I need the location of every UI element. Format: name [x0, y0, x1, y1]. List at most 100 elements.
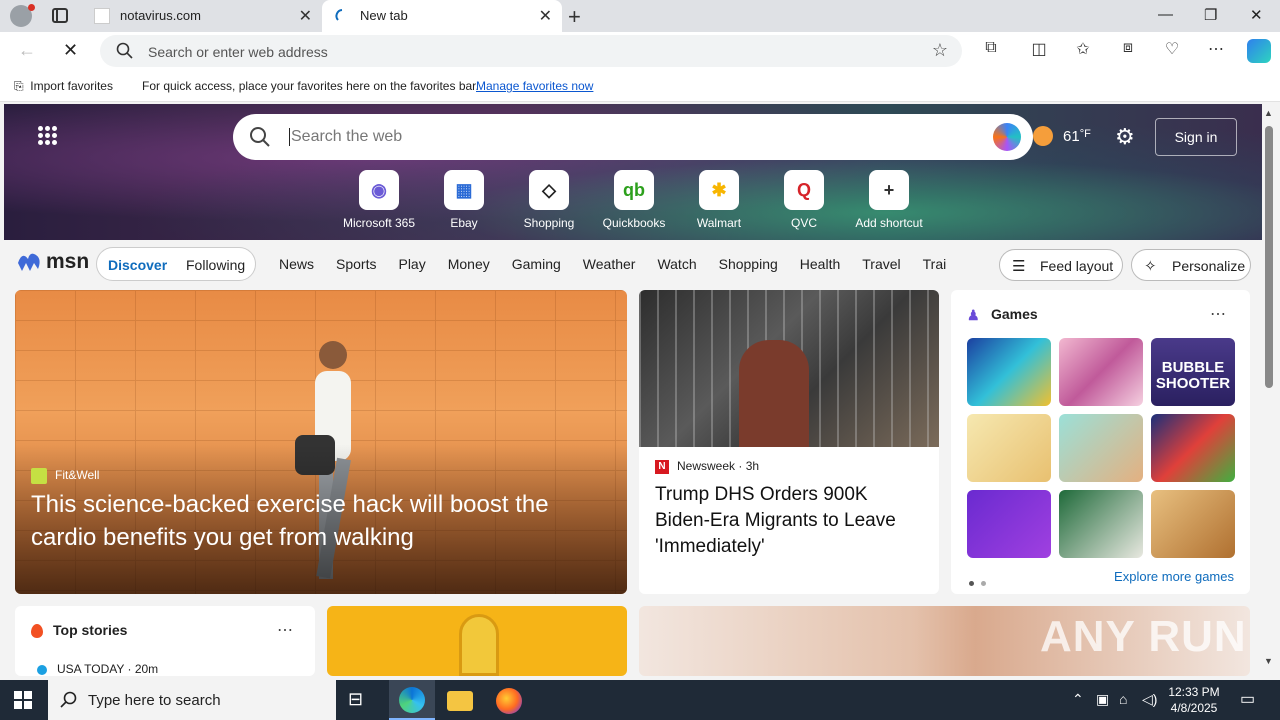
more-options-icon[interactable]: ⋯	[277, 620, 293, 640]
show-hidden-icons-icon[interactable]: ⌃	[1072, 691, 1084, 708]
import-favorites-button[interactable]: ⎘ Import favorites	[14, 79, 113, 94]
minimize-icon[interactable]: —	[1158, 6, 1173, 23]
game-tile-jewels[interactable]	[967, 338, 1051, 406]
clock-time: 12:33 PM	[1168, 685, 1220, 699]
new-tab-plus-icon[interactable]: +	[568, 4, 581, 30]
browser-essentials-icon[interactable]: ♡	[1161, 39, 1183, 61]
copilot-icon[interactable]	[1247, 39, 1271, 63]
sign-in-button[interactable]: Sign in	[1155, 118, 1237, 156]
category-trai[interactable]: Trai	[923, 256, 947, 272]
news-article-card[interactable]: N Newsweek · 3h Trump DHS Orders 900K Bid…	[639, 290, 939, 594]
category-travel[interactable]: Travel	[862, 256, 900, 272]
category-weather[interactable]: Weather	[583, 256, 636, 272]
game-tile-rocket[interactable]	[967, 490, 1051, 558]
category-money[interactable]: Money	[448, 256, 490, 272]
feed-layout-label: Feed layout	[1040, 258, 1114, 274]
close-window-icon[interactable]: ✕	[1250, 6, 1263, 24]
notifications-icon[interactable]: ▭	[1240, 689, 1255, 709]
yellow-article-card[interactable]	[327, 606, 627, 676]
category-shopping[interactable]: Shopping	[719, 256, 778, 272]
shortcut-quickbooks[interactable]: qb Quickbooks	[589, 170, 679, 230]
game-tile-cat[interactable]	[967, 414, 1051, 482]
personalize-button[interactable]: ✧ Personalize	[1131, 249, 1251, 281]
shortcut-label: Microsoft 365	[342, 216, 416, 230]
stop-loading-icon[interactable]: ✕	[63, 40, 78, 61]
address-bar[interactable]: Search or enter web address ☆	[100, 35, 962, 67]
game-tile-makeup[interactable]	[1059, 338, 1143, 406]
import-icon: ⎘	[14, 79, 31, 93]
quickbooks-icon: qb	[614, 170, 654, 210]
search-icon	[250, 127, 270, 147]
article-headline[interactable]: This science-backed exercise hack will b…	[31, 488, 591, 554]
qvc-icon: Q	[784, 170, 824, 210]
msn-logo[interactable]: msn	[16, 249, 89, 280]
game-tile-blocks[interactable]	[1151, 414, 1235, 482]
manage-favorites-link[interactable]: Manage favorites now	[476, 79, 593, 93]
shortcut-qvc[interactable]: Q QVC	[759, 170, 849, 230]
system-clock[interactable]: 12:33 PM 4/8/2025	[1166, 684, 1222, 716]
shortcut-plus[interactable]: + Add shortcut	[844, 170, 934, 230]
back-arrow-icon[interactable]: ←	[18, 40, 36, 61]
network-icon[interactable]: ⌂	[1119, 691, 1127, 707]
web-search-box[interactable]: Search the web	[233, 114, 1033, 160]
category-list: News Sports Play Money Gaming Weather Watch Sho…	[279, 256, 951, 272]
more-options-icon[interactable]: ⋯	[1210, 304, 1226, 324]
game-tile-mahjong[interactable]	[1059, 490, 1143, 558]
task-view-icon[interactable]: ⊟	[348, 689, 374, 715]
article-source: N Newsweek · 3h	[655, 459, 759, 474]
tab-new-tab[interactable]: New tab ✕	[322, 0, 562, 32]
game-tile-bubble-shooter[interactable]: BUBBLE SHOOTER	[1151, 338, 1235, 406]
settings-gear-icon[interactable]: ⚙	[1115, 124, 1135, 150]
copilot-search-icon[interactable]	[993, 123, 1021, 151]
category-health[interactable]: Health	[800, 256, 840, 272]
firefox-icon[interactable]	[496, 688, 522, 714]
favorites-icon[interactable]: ✩	[1072, 39, 1094, 61]
explore-more-games-link[interactable]: Explore more games	[1114, 569, 1234, 584]
story-source[interactable]: USA TODAY · 20m	[37, 662, 158, 676]
split-screen-icon[interactable]: ◫	[1028, 39, 1050, 61]
tab-actions-icon[interactable]	[52, 8, 68, 23]
msn-wordmark: msn	[46, 250, 90, 273]
notification-dot	[28, 4, 35, 11]
shortcut-microsoft-365[interactable]: ◉ Microsoft 365	[334, 170, 424, 230]
category-sports[interactable]: Sports	[336, 256, 376, 272]
game-tile-hospital[interactable]	[1059, 414, 1143, 482]
page-scrollbar[interactable]: ▲ ▼	[1262, 104, 1276, 676]
category-news[interactable]: News	[279, 256, 314, 272]
scroll-thumb[interactable]	[1265, 126, 1273, 388]
more-options-icon[interactable]: ⋯	[1205, 39, 1227, 61]
tab-discover[interactable]: Discover	[108, 257, 167, 273]
shortcut-label: Walmart	[696, 216, 742, 230]
tab-notavirus[interactable]: notavirus.com ✕	[82, 0, 322, 32]
shortcut-ebay[interactable]: ▦ Ebay	[419, 170, 509, 230]
extensions-icon[interactable]: ⧉	[980, 39, 1002, 61]
volume-icon[interactable]: ◁)	[1142, 691, 1157, 708]
personalize-star-icon: ✧	[1144, 258, 1157, 275]
taskbar-search-box[interactable]: Type here to search	[48, 680, 336, 720]
feed-layout-button[interactable]: ☰ Feed layout	[999, 249, 1123, 281]
hero-article-card[interactable]: Fit&Well This science-backed exercise ha…	[15, 290, 627, 594]
shortcut-shopping-tag[interactable]: ◇ Shopping	[504, 170, 594, 230]
file-explorer-icon[interactable]	[447, 691, 473, 711]
weather-temperature[interactable]: 61°F	[1063, 128, 1091, 145]
windows-start-icon[interactable]	[14, 691, 32, 709]
edge-taskbar-button[interactable]	[389, 680, 435, 720]
restore-icon[interactable]: ❐	[1204, 6, 1217, 24]
app-launcher-icon[interactable]	[38, 126, 58, 146]
category-watch[interactable]: Watch	[657, 256, 696, 272]
new-tab-hero: Search the web 61°F ⚙ Sign in ◉ Microsoft…	[4, 104, 1262, 240]
game-tile-wood[interactable]	[1151, 490, 1235, 558]
shortcut-walmart[interactable]: ✱ Walmart	[674, 170, 764, 230]
tab-following[interactable]: Following	[186, 257, 245, 273]
scroll-down-arrow-icon[interactable]: ▼	[1264, 656, 1273, 666]
collections-icon[interactable]: ⧈	[1117, 39, 1139, 61]
weather-sun-icon[interactable]	[1033, 126, 1053, 146]
device-icon[interactable]: ▣	[1096, 691, 1109, 708]
close-tab-icon[interactable]: ✕	[299, 6, 312, 26]
scroll-up-arrow-icon[interactable]: ▲	[1264, 108, 1273, 118]
close-tab-icon[interactable]: ✕	[539, 6, 552, 26]
favorite-star-icon[interactable]: ☆	[932, 40, 948, 61]
category-play[interactable]: Play	[398, 256, 425, 272]
article-headline[interactable]: Trump DHS Orders 900K Biden-Era Migrants…	[655, 482, 925, 560]
category-gaming[interactable]: Gaming	[512, 256, 561, 272]
